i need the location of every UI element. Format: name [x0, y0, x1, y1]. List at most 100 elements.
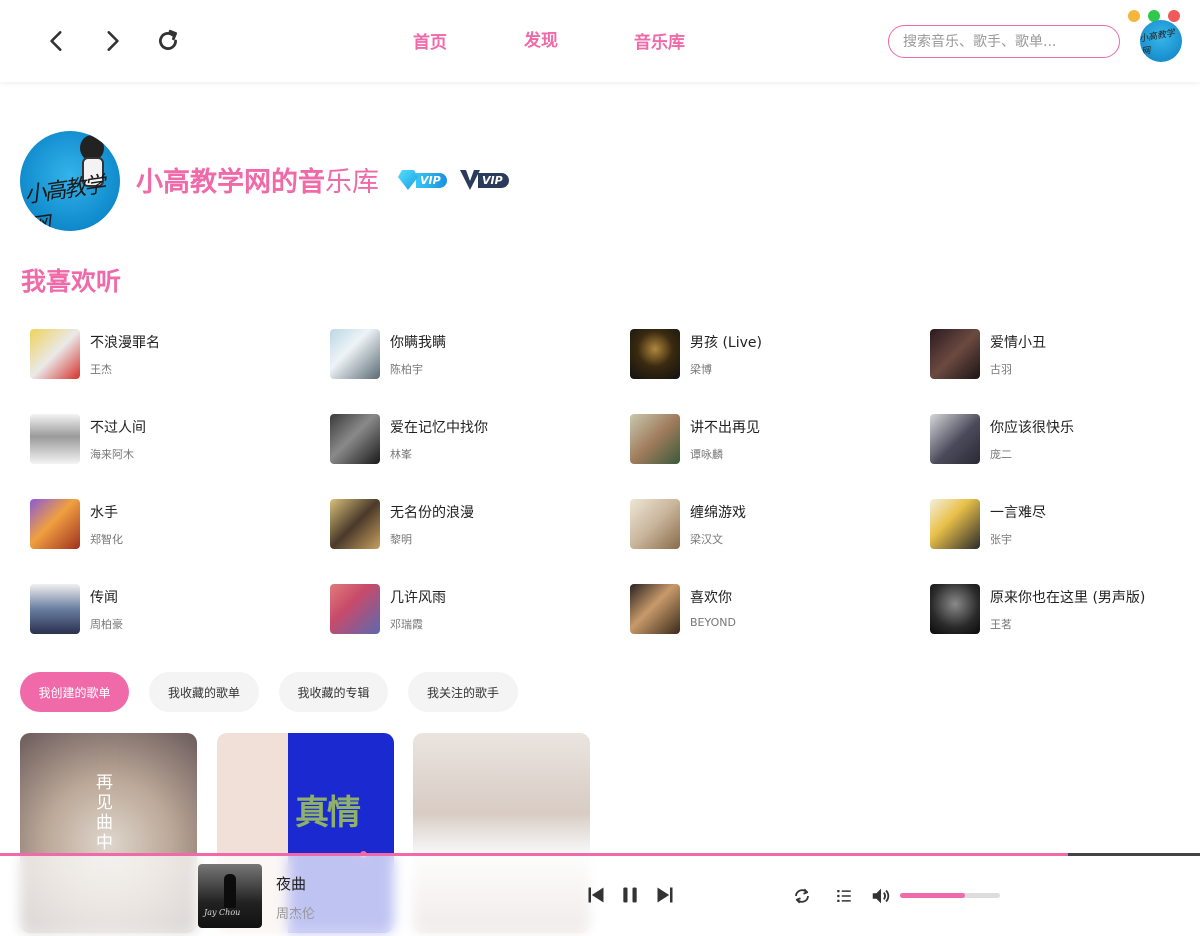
volume-button[interactable]: [869, 884, 893, 908]
song-artist[interactable]: 谭咏麟: [690, 446, 723, 462]
song-artist[interactable]: 林峯: [390, 446, 412, 462]
song-artist[interactable]: 梁博: [690, 361, 712, 377]
now-playing-title[interactable]: 夜曲: [276, 873, 306, 894]
nav-tab-0[interactable]: 首页: [413, 28, 447, 53]
song-item[interactable]: 喜欢你 BEYOND: [630, 584, 910, 636]
song-title: 不浪漫罪名: [90, 335, 160, 351]
song-cover: [930, 414, 980, 464]
song-title: 你应该很快乐: [990, 420, 1074, 436]
now-playing-artist[interactable]: 周杰伦: [276, 903, 315, 922]
song-cover: [630, 414, 680, 464]
volume-fill: [900, 893, 965, 898]
vip-label: VIP: [478, 172, 509, 188]
profile-avatar-text: 小高教学网: [22, 172, 106, 231]
song-item[interactable]: 无名份的浪漫 黎明: [330, 499, 610, 551]
song-item[interactable]: 缠绵游戏 梁汉文: [630, 499, 910, 551]
song-title: 爱在记忆中找你: [390, 420, 488, 436]
top-bar: 首页 发现 音乐库 小高教学网: [0, 0, 1200, 82]
song-title: 不过人间: [90, 420, 146, 436]
previous-button[interactable]: [585, 884, 607, 906]
song-artist[interactable]: BEYOND: [690, 616, 736, 629]
minimize-button[interactable]: [1128, 10, 1140, 22]
library-tab[interactable]: 我收藏的歌单: [149, 672, 259, 712]
song-artist[interactable]: 古羽: [990, 361, 1012, 377]
song-artist[interactable]: 郑智化: [90, 531, 123, 547]
song-cover: [330, 584, 380, 634]
song-title: 讲不出再见: [690, 420, 760, 436]
song-cover: [330, 414, 380, 464]
song-title: 你瞒我瞒: [390, 335, 446, 351]
song-artist[interactable]: 邓瑞霞: [390, 616, 423, 632]
player-bar: Jay Chou 夜曲 周杰伦: [0, 856, 1200, 936]
cover-figure: [224, 874, 236, 908]
v-icon: [460, 170, 480, 190]
song-artist[interactable]: 张宇: [990, 531, 1012, 547]
song-item[interactable]: 几许风雨 邓瑞霞: [330, 584, 610, 636]
song-item[interactable]: 爱在记忆中找你 林峯: [330, 414, 610, 466]
song-artist[interactable]: 陈柏宇: [390, 361, 423, 377]
song-item[interactable]: 你瞒我瞒 陈柏宇: [330, 329, 610, 381]
song-cover: [630, 329, 680, 379]
song-cover: [930, 499, 980, 549]
playlist-name: 再见曲中: [96, 773, 113, 853]
song-item[interactable]: 爱情小丑 古羽: [930, 329, 1200, 381]
song-title: 水手: [90, 505, 118, 521]
song-artist[interactable]: 王杰: [90, 361, 112, 377]
song-cover: [30, 414, 80, 464]
nav-tab-1[interactable]: 发现: [524, 26, 558, 51]
library-tab[interactable]: 我创建的歌单: [20, 672, 129, 712]
now-playing-cover[interactable]: Jay Chou: [198, 864, 262, 928]
song-title: 原来你也在这里 (男声版): [990, 590, 1146, 606]
song-title: 几许风雨: [390, 590, 446, 606]
user-avatar[interactable]: 小高教学网: [1140, 20, 1182, 62]
song-cover: [30, 329, 80, 379]
song-title: 一言难尽: [990, 505, 1046, 521]
song-artist[interactable]: 海来阿木: [90, 446, 134, 462]
song-cover: [930, 329, 980, 379]
pause-button[interactable]: [619, 884, 641, 906]
song-cover: [30, 499, 80, 549]
library-tab[interactable]: 我关注的歌手: [408, 672, 518, 712]
library-title-light: 乐库: [325, 167, 379, 198]
song-artist[interactable]: 黎明: [390, 531, 412, 547]
song-item[interactable]: 不浪漫罪名 王杰: [30, 329, 310, 381]
playlist-name: 真情: [295, 793, 361, 833]
volume-slider[interactable]: [900, 893, 1000, 898]
song-item[interactable]: 一言难尽 张宇: [930, 499, 1200, 551]
list-icon: [837, 890, 851, 902]
skip-previous-icon: [588, 887, 604, 903]
song-title: 男孩 (Live): [690, 335, 762, 351]
song-item[interactable]: 讲不出再见 谭咏麟: [630, 414, 910, 466]
song-cover: [30, 584, 80, 634]
search-input[interactable]: [888, 25, 1120, 58]
song-cover: [630, 584, 680, 634]
repeat-button[interactable]: [791, 885, 813, 907]
pause-icon: [623, 887, 637, 903]
nav-tab-2[interactable]: 音乐库: [634, 28, 685, 53]
song-item[interactable]: 你应该很快乐 庞二: [930, 414, 1200, 466]
section-title-favorites: 我喜欢听: [21, 267, 122, 296]
close-button[interactable]: [1168, 10, 1180, 22]
song-title: 无名份的浪漫: [390, 505, 474, 521]
song-cover: [330, 329, 380, 379]
playlist-button[interactable]: [833, 885, 855, 907]
repeat-icon: [795, 888, 809, 904]
library-title-bold: 小高教学网的音: [136, 167, 325, 198]
library-title: 小高教学网的音乐库: [136, 160, 379, 199]
library-tab[interactable]: 我收藏的专辑: [279, 672, 388, 712]
song-artist[interactable]: 庞二: [990, 446, 1012, 462]
song-artist[interactable]: 王茗: [990, 616, 1012, 632]
song-item[interactable]: 水手 郑智化: [30, 499, 310, 551]
diamond-icon: [398, 170, 418, 190]
song-item[interactable]: 传闻 周柏豪: [30, 584, 310, 636]
song-title: 缠绵游戏: [690, 505, 746, 521]
song-artist[interactable]: 周柏豪: [90, 616, 123, 632]
song-item[interactable]: 不过人间 海来阿木: [30, 414, 310, 466]
song-item[interactable]: 原来你也在这里 (男声版) 王茗: [930, 584, 1200, 636]
song-cover: [930, 584, 980, 634]
song-cover: [630, 499, 680, 549]
next-button[interactable]: [654, 884, 676, 906]
song-item[interactable]: 男孩 (Live) 梁博: [630, 329, 910, 381]
cover-caption: Jay Chou: [204, 908, 241, 917]
song-artist[interactable]: 梁汉文: [690, 531, 723, 547]
